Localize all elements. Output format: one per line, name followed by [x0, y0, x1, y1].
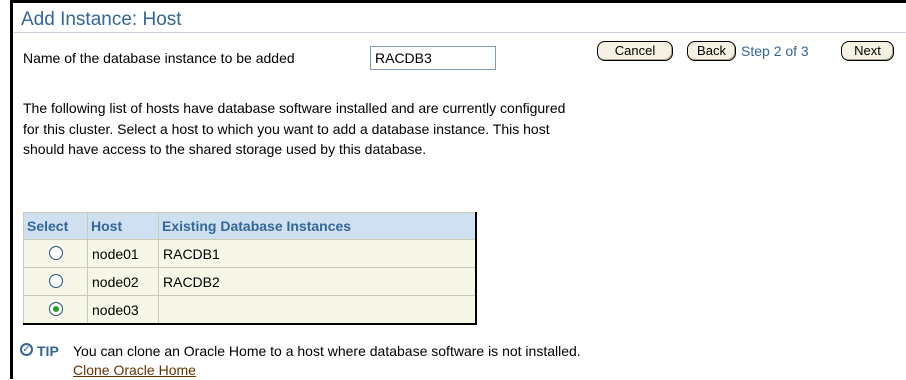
instances-cell: [158, 295, 477, 325]
clone-oracle-home-link[interactable]: Clone Oracle Home: [73, 362, 196, 378]
hosts-table: Select Host Existing Database Instances …: [23, 212, 477, 325]
back-button[interactable]: Back: [687, 41, 736, 61]
table-row: node03: [23, 295, 477, 325]
instance-name-label: Name of the database instance to be adde…: [23, 50, 295, 66]
select-cell: [23, 267, 88, 296]
tip-label: TIP: [37, 343, 59, 359]
instances-cell: RACDB2: [158, 267, 477, 296]
column-header-existing-instances: Existing Database Instances: [158, 212, 477, 240]
select-cell: [23, 239, 88, 268]
tip-text: You can clone an Oracle Home to a host w…: [73, 343, 581, 359]
host-radio-node01[interactable]: [48, 246, 63, 260]
column-header-select: Select: [23, 212, 88, 240]
host-radio-node03[interactable]: [48, 302, 63, 316]
window-frame-left: [10, 0, 13, 379]
column-header-host: Host: [87, 212, 159, 240]
page-header: Add Instance: Host: [13, 3, 906, 33]
instance-name-input[interactable]: [370, 46, 496, 70]
page-title: Add Instance: Host: [21, 9, 182, 30]
table-header-row: Select Host Existing Database Instances: [23, 212, 477, 240]
cancel-button[interactable]: Cancel: [597, 41, 673, 61]
host-cell: node01: [87, 239, 159, 268]
host-radio-node02[interactable]: [48, 274, 63, 288]
step-indicator: Step 2 of 3: [741, 43, 809, 59]
table-row: node02 RACDB2: [23, 267, 477, 296]
tip-text-block: You can clone an Oracle Home to a host w…: [73, 342, 613, 380]
host-cell: node02: [87, 267, 159, 296]
next-button[interactable]: Next: [841, 41, 894, 61]
description-text: The following list of hosts have databas…: [23, 100, 566, 157]
instances-cell: RACDB1: [158, 239, 477, 268]
table-row: node01 RACDB1: [23, 239, 477, 268]
select-cell: [23, 295, 88, 325]
host-cell: node03: [87, 295, 159, 325]
checkmark-icon: ✓: [20, 343, 33, 356]
